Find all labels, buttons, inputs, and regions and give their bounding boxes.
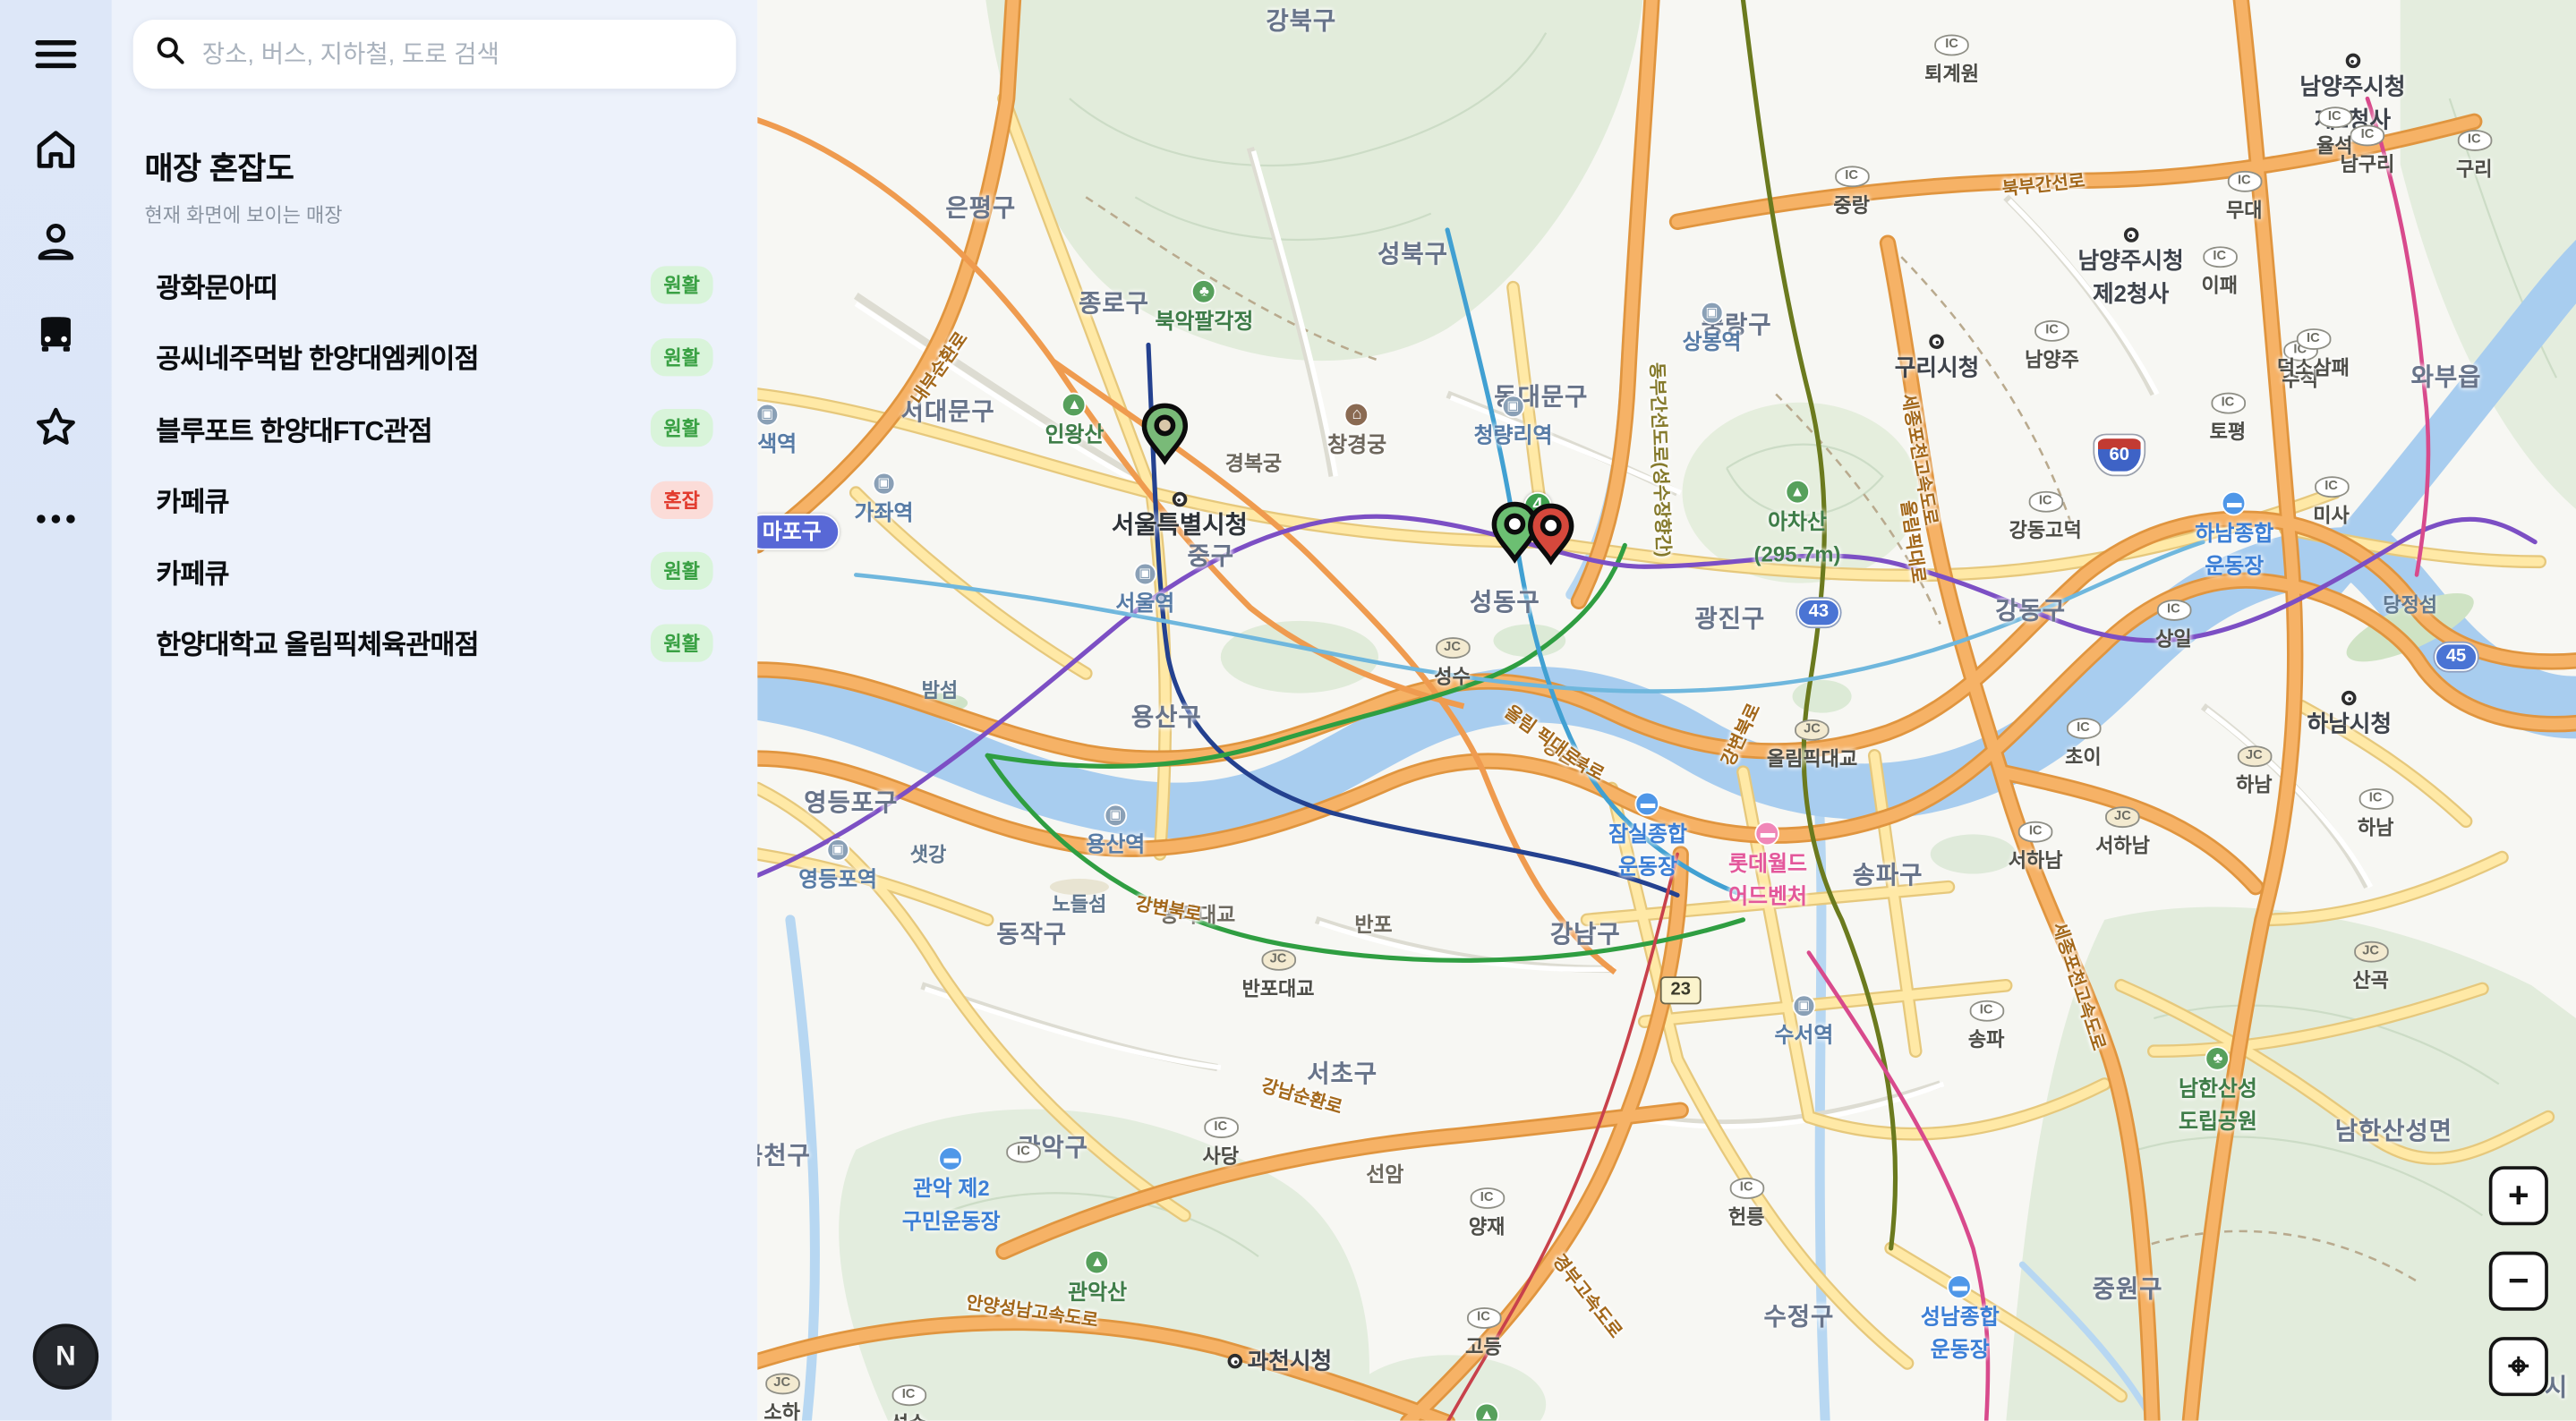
pin-gwanghwamun[interactable] xyxy=(1140,403,1190,473)
menu-icon[interactable] xyxy=(28,26,83,81)
page-subtitle: 현재 화면에 보이는 매장 xyxy=(145,200,343,228)
left-rail: N xyxy=(0,0,112,1421)
store-name: 블루포트 한양대FTC관점 xyxy=(156,409,650,448)
store-row[interactable]: 광화문아띠 원활 xyxy=(112,250,757,321)
search-input[interactable] xyxy=(199,38,713,70)
store-name: 카페큐 xyxy=(156,480,650,519)
more-icon[interactable] xyxy=(28,491,83,547)
pin-store-red[interactable] xyxy=(1526,503,1575,574)
status-badge: 원활 xyxy=(651,267,713,304)
user-icon[interactable] xyxy=(28,214,83,269)
store-row[interactable]: 블루포트 한양대FTC관점 원활 xyxy=(112,393,757,464)
locate-button[interactable]: ⌖ xyxy=(2489,1337,2548,1396)
store-name: 카페큐 xyxy=(156,551,650,591)
status-badge: 원활 xyxy=(651,552,713,590)
map-controls: + − ⌖ xyxy=(2489,1166,2548,1396)
store-name: 공씨네주먹밥 한양대엠케이점 xyxy=(156,337,650,377)
zoom-in-button[interactable]: + xyxy=(2489,1166,2548,1225)
store-name: 광화문아띠 xyxy=(156,266,650,305)
home-icon[interactable] xyxy=(28,122,83,177)
bus-icon[interactable] xyxy=(28,307,83,362)
store-row[interactable]: 공씨네주먹밥 한양대엠케이점 원활 xyxy=(112,321,757,393)
store-row[interactable]: 카페큐 혼잡 xyxy=(112,464,757,536)
map-canvas[interactable]: 강북구은평구성북구종로구중랑구서대문구동대문구중구용산구영등포구동작구서초구관악… xyxy=(757,0,2576,1421)
store-row[interactable]: 카페큐 원활 xyxy=(112,535,757,607)
store-row[interactable]: 한양대학교 올림픽체육관매점 원활 xyxy=(112,607,757,678)
compass-button[interactable]: N xyxy=(33,1323,98,1389)
search-box[interactable] xyxy=(133,20,737,89)
star-icon[interactable] xyxy=(28,399,83,455)
sidebar: 매장 혼잡도 현재 화면에 보이는 매장 광화문아띠 원활공씨네주먹밥 한양대엠… xyxy=(112,0,757,1421)
zoom-out-button[interactable]: − xyxy=(2489,1252,2548,1311)
status-badge: 원활 xyxy=(651,338,713,376)
status-badge: 원활 xyxy=(651,624,713,661)
page-title: 매장 혼잡도 xyxy=(145,145,294,190)
store-list: 광화문아띠 원활공씨네주먹밥 한양대엠케이점 원활블루포트 한양대FTC관점 원… xyxy=(112,250,757,678)
status-badge: 혼잡 xyxy=(651,481,713,518)
search-icon xyxy=(156,36,183,72)
store-name: 한양대학교 올림픽체육관매점 xyxy=(156,623,650,662)
map-base-tiles xyxy=(757,0,2576,1421)
status-badge: 원활 xyxy=(651,409,713,447)
app-window: N 매장 혼잡도 현재 화면에 보이는 매장 광화문아띠 원활공씨네주먹밥 한양… xyxy=(0,0,2576,1421)
